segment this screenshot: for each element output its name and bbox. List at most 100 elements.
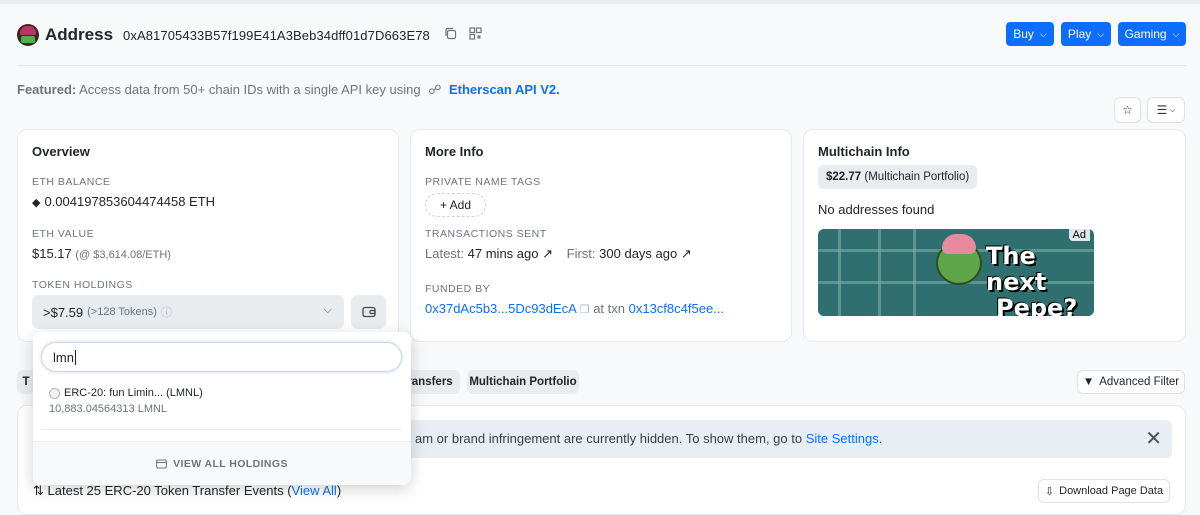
- latest-label: Latest:: [425, 246, 465, 261]
- etherscan-api-link[interactable]: Etherscan API V2.: [449, 82, 560, 97]
- token-list-item[interactable]: ERC-20: fun Limin... (LMNL): [49, 387, 203, 399]
- chevron-down-icon: ⌵: [1097, 28, 1105, 39]
- token-holdings-label: TOKEN HOLDINGS: [32, 279, 133, 291]
- view-all-holdings-label: VIEW ALL HOLDINGS: [173, 457, 288, 470]
- tab-multichain-label: Multichain Portfolio: [469, 376, 577, 388]
- ad-banner[interactable]: The next Pepe? Ad: [818, 229, 1094, 316]
- sort-icon: ⇅: [33, 483, 44, 498]
- address-header: Address 0xA81705433B57f199E41A3Beb34dff0…: [17, 22, 494, 48]
- chevron-down-icon: ⌵: [1172, 28, 1180, 39]
- ad-headline-line2: Pepe?: [996, 294, 1078, 316]
- chevron-down-icon: ⌵: [1169, 105, 1176, 114]
- add-tag-button[interactable]: + Add: [425, 193, 486, 217]
- star-icon: ☆: [1122, 103, 1133, 117]
- funded-by-address[interactable]: 0x37dAc5b3...5Dc93dEcA: [425, 301, 576, 316]
- gaming-button[interactable]: Gaming ⌵: [1118, 22, 1186, 46]
- wallet-icon: [156, 458, 168, 469]
- chevron-down-icon: ⌵: [1039, 28, 1047, 39]
- overview-title: Overview: [32, 144, 90, 159]
- copy-icon[interactable]: [444, 27, 457, 43]
- alert-suffix: .: [878, 431, 883, 446]
- wallet-button[interactable]: [351, 295, 386, 329]
- at-txn-label: at txn: [593, 301, 625, 316]
- avatar: [17, 24, 39, 46]
- arrow-up-right-icon: ↗: [680, 246, 692, 261]
- funded-by-label: FUNDED BY: [425, 283, 491, 295]
- token-count: (>128 Tokens): [87, 306, 157, 318]
- download-label: Download Page Data: [1059, 485, 1164, 497]
- ethereum-icon: ◆: [32, 197, 41, 209]
- tab-transactions-label: T: [22, 376, 30, 388]
- eth-value: $15.17 (@ $3,614.08/ETH): [32, 246, 171, 261]
- favorite-button[interactable]: ☆: [1114, 97, 1141, 123]
- text-caret: [74, 349, 76, 365]
- eth-balance-value: 0.004197853604474458 ETH: [44, 194, 216, 209]
- tab-transfers-label: ransfers: [407, 376, 453, 388]
- header-divider: [17, 65, 1186, 66]
- multichain-title: Multichain Info: [818, 144, 910, 159]
- eth-balance-label: ETH BALANCE: [32, 176, 111, 188]
- link-icon: ☍: [428, 82, 442, 97]
- wallet-icon: [361, 306, 376, 318]
- multichain-portfolio-badge[interactable]: $22.77 (Multichain Portfolio): [818, 165, 978, 189]
- tx-sent-info: Latest: 47 mins ago ↗ First: 300 days ag…: [425, 246, 692, 262]
- page-title: Address: [45, 25, 114, 44]
- first-value[interactable]: 300 days ago: [599, 246, 677, 261]
- portfolio-label: (Multichain Portfolio): [864, 171, 970, 183]
- token-icon: [49, 387, 60, 399]
- token-value: >$7.59: [43, 304, 84, 320]
- featured-prefix: Featured:: [17, 82, 77, 97]
- copy-icon[interactable]: ❐: [580, 304, 590, 316]
- ad-headline: The next Pepe?: [986, 243, 1094, 316]
- eth-value-amount: $15.17: [32, 246, 72, 261]
- arrow-up-right-icon: ↗: [542, 246, 554, 261]
- buy-button[interactable]: Buy ⌵: [1006, 22, 1054, 46]
- multichain-card: Multichain Info $22.77 (Multichain Portf…: [803, 129, 1186, 342]
- qr-code-icon[interactable]: [469, 27, 482, 43]
- featured-text: Access data from 50+ chain IDs with a si…: [79, 82, 421, 97]
- token-item-amount: 10,883.04564313 LMNL: [49, 403, 168, 415]
- info-icon: ⓘ: [160, 307, 172, 319]
- list-options-icon: ☰: [1156, 103, 1168, 117]
- play-label: Play: [1067, 27, 1092, 41]
- chevron-down-icon: ⌵: [323, 304, 332, 316]
- close-icon[interactable]: ✕: [1145, 426, 1162, 451]
- latest-suffix: ): [336, 483, 342, 498]
- private-tags-label: PRIVATE NAME TAGS: [425, 176, 541, 188]
- token-item-name: ERC-20: fun Limin... (LMNL): [64, 387, 203, 399]
- buy-label: Buy: [1013, 27, 1034, 41]
- token-search-value: lmn: [53, 349, 74, 365]
- ad-badge: Ad: [1068, 229, 1090, 241]
- site-settings-link[interactable]: Site Settings: [806, 431, 879, 446]
- options-button[interactable]: ☰ ⌵: [1147, 97, 1185, 123]
- token-search-input[interactable]: lmn: [41, 342, 402, 372]
- funding-txn-link[interactable]: 0x13cf8c4f5ee...: [629, 301, 724, 316]
- download-icon: ⇩: [1044, 485, 1055, 498]
- view-all-link[interactable]: View All: [292, 483, 337, 498]
- tab-multichain-portfolio[interactable]: Multichain Portfolio: [467, 370, 579, 394]
- play-button[interactable]: Play ⌵: [1061, 22, 1111, 46]
- advanced-filter-button[interactable]: ▼ Advanced Filter: [1077, 370, 1185, 394]
- latest-transfers-text: Latest 25 ERC-20 Token Transfer Events (: [47, 483, 292, 498]
- eth-value-label: ETH VALUE: [32, 228, 95, 240]
- portfolio-value: $22.77: [826, 171, 862, 183]
- alert-text: am or brand infringement are currently h…: [415, 431, 803, 446]
- download-page-data-button[interactable]: ⇩ Download Page Data: [1038, 479, 1170, 503]
- featured-banner: Featured: Access data from 50+ chain IDs…: [17, 82, 560, 98]
- overview-card: Overview ETH BALANCE ◆ 0.0041978536044744…: [17, 129, 399, 342]
- token-holdings-menu: lmn ERC-20: fun Limin... (LMNL) 10,883.0…: [33, 332, 411, 485]
- more-info-card: More Info PRIVATE NAME TAGS + Add TRANSA…: [410, 129, 792, 342]
- more-info-title: More Info: [425, 144, 484, 159]
- latest-transfers-heading: ⇅ Latest 25 ERC-20 Token Transfer Events…: [33, 483, 341, 499]
- address-hash: 0xA81705433B57f199E41A3Beb34dff01d7D663E…: [123, 27, 430, 43]
- filter-icon: ▼: [1082, 376, 1095, 388]
- top-bar: [0, 0, 1200, 4]
- funded-by-info: 0x37dAc5b3...5Dc93dEcA ❐ at txn 0x13cf8c…: [425, 301, 724, 316]
- token-holdings-dropdown[interactable]: >$7.59 (>128 Tokens) ⓘ ⌵: [32, 295, 344, 329]
- tx-sent-label: TRANSACTIONS SENT: [425, 228, 547, 240]
- latest-value[interactable]: 47 mins ago: [468, 246, 539, 261]
- ad-headline-line1: The next: [986, 242, 1047, 296]
- view-all-holdings-button[interactable]: VIEW ALL HOLDINGS: [33, 441, 411, 485]
- eth-balance: ◆ 0.004197853604474458 ETH: [32, 194, 215, 209]
- dropdown-divider: [41, 429, 402, 430]
